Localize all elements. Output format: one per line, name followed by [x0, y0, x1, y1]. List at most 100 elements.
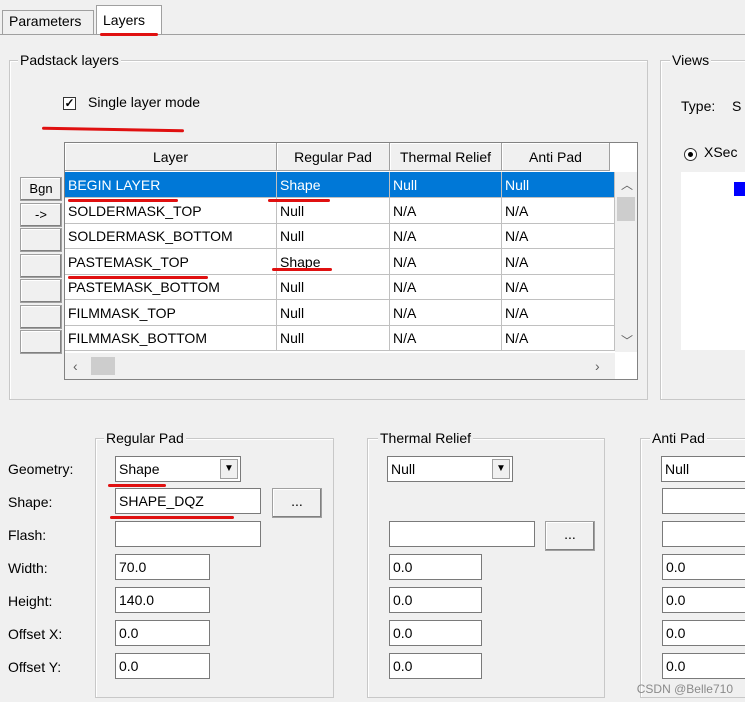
anti-pad-geometry-value: Null	[665, 461, 690, 477]
table-row[interactable]: BEGIN LAYER Shape Null Null	[65, 172, 615, 198]
vertical-scroll-thumb[interactable]	[617, 197, 635, 221]
table-cell[interactable]: N/A	[502, 248, 615, 275]
xsection-radio[interactable]	[684, 148, 697, 161]
views-preview-canvas	[681, 172, 745, 350]
table-cell[interactable]: N/A	[502, 223, 615, 249]
column-header-regular-pad[interactable]: Regular Pad	[277, 143, 390, 171]
watermark: CSDN @Belle710	[636, 682, 733, 696]
shape-label: Shape:	[8, 494, 53, 510]
scroll-left-icon[interactable]: ‹	[73, 358, 78, 374]
width-label: Width:	[8, 560, 48, 576]
anti-pad-flash-input[interactable]	[662, 521, 745, 547]
layer-row-button[interactable]: Bgn	[20, 177, 62, 201]
chevron-down-icon[interactable]: ▼	[492, 459, 510, 479]
scroll-right-icon[interactable]: ›	[595, 358, 600, 374]
anti-pad-legend: Anti Pad	[650, 430, 707, 446]
column-header-layer[interactable]: Layer	[65, 143, 277, 171]
views-legend: Views	[670, 52, 712, 68]
table-cell[interactable]: SOLDERMASK_BOTTOM	[65, 223, 277, 249]
thermal-relief-legend: Thermal Relief	[378, 430, 474, 446]
regular-pad-legend: Regular Pad	[104, 430, 186, 446]
table-cell[interactable]: N/A	[390, 223, 502, 249]
views-type-label: Type:	[681, 98, 716, 114]
xsection-radio-label: XSec	[704, 144, 738, 160]
horizontal-scroll-thumb[interactable]	[91, 357, 115, 375]
annotation-underline-pastemask	[68, 276, 208, 279]
table-cell[interactable]: Null	[277, 223, 390, 249]
offset-y-label: Offset Y:	[8, 659, 62, 675]
table-row[interactable]: FILMMASK_BOTTOM Null N/A N/A	[65, 325, 615, 351]
table-cell[interactable]: N/A	[390, 197, 502, 224]
single-layer-mode-checkbox[interactable]: ✓	[63, 97, 76, 110]
table-cell[interactable]: BEGIN LAYER	[65, 172, 277, 198]
anti-pad-geometry-select[interactable]: Null	[661, 456, 745, 482]
column-header-thermal-relief[interactable]: Thermal Relief	[390, 143, 502, 171]
regular-pad-geometry-select[interactable]: Shape ▼	[115, 456, 241, 482]
regular-pad-offset-y-input[interactable]	[115, 653, 210, 679]
layers-grid[interactable]: Layer Regular Pad Thermal Relief Anti Pa…	[64, 142, 638, 380]
anti-pad-height-input[interactable]	[662, 587, 745, 613]
geometry-label: Geometry:	[8, 461, 74, 477]
grid-vertical-scrollbar[interactable]: ︿ ﹀	[615, 172, 637, 352]
layer-row-button[interactable]: ->	[20, 202, 62, 227]
anti-pad-width-input[interactable]	[662, 554, 745, 580]
thermal-relief-offset-y-input[interactable]	[389, 653, 482, 679]
table-cell[interactable]: FILMMASK_TOP	[65, 299, 277, 326]
layer-row-button[interactable]	[20, 253, 62, 278]
table-row[interactable]: PASTEMASK_TOP Shape N/A N/A	[65, 248, 615, 275]
single-layer-mode-label: Single layer mode	[88, 94, 201, 110]
regular-pad-height-input[interactable]	[115, 587, 210, 613]
layer-row-button[interactable]	[20, 304, 62, 329]
table-cell[interactable]: Null	[277, 325, 390, 351]
preview-marker	[734, 182, 745, 196]
column-header-anti-pad[interactable]: Anti Pad	[502, 143, 610, 171]
thermal-relief-width-input[interactable]	[389, 554, 482, 580]
table-row[interactable]: SOLDERMASK_BOTTOM Null N/A N/A	[65, 223, 615, 249]
regular-pad-flash-input[interactable]	[115, 521, 261, 547]
regular-pad-shape-input[interactable]	[115, 488, 261, 514]
annotation-underline-begin-layer	[68, 199, 178, 202]
layer-row-button[interactable]	[20, 330, 62, 354]
tab-layers[interactable]: Layers	[96, 5, 162, 35]
table-cell[interactable]: Null	[277, 299, 390, 326]
table-cell[interactable]: Null	[277, 274, 390, 300]
table-cell[interactable]: Null	[502, 172, 615, 198]
scroll-up-icon[interactable]: ︿	[621, 176, 633, 193]
regular-pad-width-input[interactable]	[115, 554, 210, 580]
table-cell[interactable]: N/A	[502, 197, 615, 224]
annotation-underline-shape-2	[272, 268, 332, 271]
table-cell[interactable]: PASTEMASK_TOP	[65, 248, 277, 275]
grid-horizontal-scrollbar[interactable]: ‹ ›	[65, 353, 615, 379]
thermal-relief-flash-browse-button[interactable]: ...	[545, 521, 595, 551]
table-cell[interactable]: N/A	[502, 274, 615, 300]
scroll-down-icon[interactable]: ﹀	[621, 332, 633, 349]
flash-label: Flash:	[8, 527, 47, 543]
table-cell[interactable]: N/A	[390, 325, 502, 351]
table-cell[interactable]: N/A	[390, 274, 502, 300]
tab-parameters[interactable]: Parameters	[2, 10, 94, 35]
padstack-layers-legend: Padstack layers	[18, 52, 121, 68]
annotation-underline-geometry	[108, 484, 166, 487]
regular-pad-shape-browse-button[interactable]: ...	[272, 488, 322, 518]
thermal-relief-flash-input[interactable]	[389, 521, 535, 547]
table-cell[interactable]: N/A	[502, 325, 615, 351]
thermal-relief-geometry-select[interactable]: Null ▼	[387, 456, 513, 482]
regular-pad-offset-x-input[interactable]	[115, 620, 210, 646]
layer-row-button[interactable]	[20, 228, 62, 252]
thermal-relief-offset-x-input[interactable]	[389, 620, 482, 646]
anti-pad-offset-y-input[interactable]	[662, 653, 745, 679]
table-cell[interactable]: N/A	[502, 299, 615, 326]
table-cell[interactable]: Shape	[277, 172, 390, 198]
table-row[interactable]: FILMMASK_TOP Null N/A N/A	[65, 299, 615, 326]
anti-pad-offset-x-input[interactable]	[662, 620, 745, 646]
annotation-underline-shape-name	[110, 516, 234, 519]
thermal-relief-height-input[interactable]	[389, 587, 482, 613]
layer-row-button[interactable]	[20, 279, 62, 303]
table-cell[interactable]: N/A	[390, 248, 502, 275]
table-cell[interactable]: FILMMASK_BOTTOM	[65, 325, 277, 351]
anti-pad-shape-input[interactable]	[662, 488, 745, 514]
height-label: Height:	[8, 593, 53, 609]
chevron-down-icon[interactable]: ▼	[220, 459, 238, 479]
table-cell[interactable]: N/A	[390, 299, 502, 326]
table-cell[interactable]: Null	[390, 172, 502, 198]
